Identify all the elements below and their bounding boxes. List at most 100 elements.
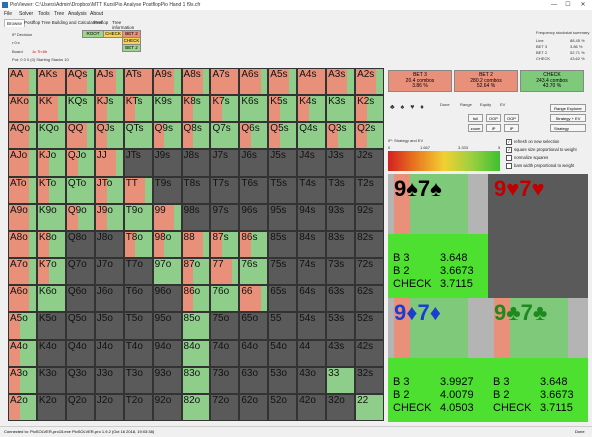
hand-cell[interactable]: 83o [181, 366, 211, 394]
hand-cell[interactable]: T8s [181, 176, 211, 204]
hand-cell[interactable]: 75o [210, 312, 240, 340]
hand-cell[interactable]: 66 [239, 285, 269, 313]
option-checkbox[interactable]: ✓ square size proportional to weight [506, 147, 577, 153]
hand-cell[interactable]: QQ [65, 122, 95, 150]
hand-cell[interactable]: K2s [355, 95, 384, 123]
hand-cell[interactable]: J6o [94, 285, 124, 313]
hand-cell[interactable]: T6o [123, 285, 153, 313]
hand-cell[interactable]: K6s [239, 95, 269, 123]
hand-cell[interactable]: J7s [210, 149, 240, 177]
hand-cell[interactable]: 42s [355, 339, 384, 367]
hand-cell[interactable]: A2s [355, 68, 384, 96]
hand-cell[interactable]: Q8o [65, 230, 95, 259]
hand-cell[interactable]: A3s [326, 68, 356, 96]
hand-cell[interactable]: Q2o [65, 393, 95, 421]
hand-cell[interactable]: 98o [152, 230, 182, 259]
hand-cell[interactable]: J2s [355, 149, 384, 177]
hand-cell[interactable]: 64s [297, 285, 327, 313]
hand-cell[interactable]: AQs [65, 68, 95, 96]
hand-cell[interactable]: J2o [94, 393, 124, 421]
hand-cell[interactable]: T5o [123, 312, 153, 340]
hand-cell[interactable]: 76s [239, 258, 269, 286]
hand-cell[interactable]: K7s [210, 95, 240, 123]
hand-cell[interactable]: 82s [355, 230, 384, 259]
hand-cell[interactable]: 42o [297, 393, 327, 421]
hand-cell[interactable]: 53o [268, 366, 298, 394]
hand-cell[interactable]: 84s [297, 230, 327, 259]
hand-cell[interactable]: Q2s [355, 122, 384, 150]
hand-cell[interactable]: A3o [8, 366, 37, 394]
hand-cell[interactable]: 55 [268, 312, 298, 340]
hand-cell[interactable]: 32o [326, 393, 356, 421]
hand-cell[interactable]: A5o [8, 312, 37, 340]
hand-cell[interactable]: Q9o [65, 203, 95, 231]
hand-cell[interactable]: J3o [94, 366, 124, 394]
hand-cell[interactable]: J6s [239, 149, 269, 177]
zoom-button[interactable]: zoom [468, 124, 483, 132]
hand-cell[interactable]: J8o [94, 230, 124, 259]
hand-cell[interactable]: J9o [94, 203, 124, 231]
hand-cell[interactable]: J8s [181, 149, 211, 177]
menu-file[interactable]: File [4, 11, 12, 17]
hand-cell[interactable]: AQo [8, 122, 37, 150]
hand-cell[interactable]: 85s [268, 230, 298, 259]
hand-cell[interactable]: Q4o [65, 339, 95, 367]
hand-cell[interactable]: 87o [181, 258, 211, 286]
hand-cell[interactable]: 86o [181, 285, 211, 313]
hand-cell[interactable]: Q3s [326, 122, 356, 150]
hand-cell[interactable]: Q5o [65, 312, 95, 340]
hand-cell[interactable]: 92o [152, 393, 182, 421]
hand-cell[interactable]: 63o [239, 366, 269, 394]
hand-cell[interactable]: 83s [326, 230, 356, 259]
oop-button[interactable]: OOP [486, 114, 501, 122]
menu-tree[interactable]: Tree [54, 11, 64, 17]
hand-cell[interactable]: T2o [123, 393, 153, 421]
hand-cell[interactable]: 94o [152, 339, 182, 367]
hand-cell[interactable]: 84o [181, 339, 211, 367]
checkbox-icon[interactable]: ✓ [506, 139, 512, 145]
action-check[interactable]: CHECK [103, 30, 123, 38]
hand-cell[interactable]: KJo [36, 149, 66, 177]
hand-card[interactable]: 9♦7♦ B 3 3.9927 B 2 4.0079 CHECK 4.0503 [388, 298, 488, 422]
hand-cell[interactable]: 97o [152, 258, 182, 286]
oop-button-2[interactable]: OOP [504, 114, 519, 122]
strategy-box-bet-3[interactable]: BET 3 20.4 combos 3.86 % [388, 70, 452, 92]
hand-cell[interactable]: 72s [355, 258, 384, 286]
hand-cell[interactable]: 82o [181, 393, 211, 421]
hand-cell[interactable]: 99 [152, 203, 182, 231]
hand-cell[interactable]: 62s [355, 285, 384, 313]
hand-card[interactable]: 9♥7♥ [488, 174, 588, 298]
hand-cell[interactable]: 32s [355, 366, 384, 394]
hand-cell[interactable]: 22 [355, 393, 384, 421]
hand-cell[interactable]: 74s [297, 258, 327, 286]
hand-cell[interactable]: 95o [152, 312, 182, 340]
hand-cell[interactable]: 54o [268, 339, 298, 367]
strategy-box-check[interactable]: CHECK 243.4 combos 43.70 % [520, 70, 584, 92]
hand-cell[interactable]: 74o [210, 339, 240, 367]
hand-card[interactable]: 9♠7♠ B 3 3.648 B 2 3.6673 CHECK 3.7115 [388, 174, 488, 298]
hand-cell[interactable]: 85o [181, 312, 211, 340]
hand-cell[interactable]: J5o [94, 312, 124, 340]
hand-cell[interactable]: 73s [326, 258, 356, 286]
minimize-button[interactable]: — [548, 1, 560, 9]
hand-cell[interactable]: 43s [326, 339, 356, 367]
hand-cell[interactable]: K7o [36, 258, 66, 286]
hand-cell[interactable]: K5o [36, 312, 66, 340]
hand-cell[interactable]: K3o [36, 366, 66, 394]
action-bet-2[interactable]: BET 2 [122, 44, 141, 52]
hand-cell[interactable]: QTs [123, 122, 153, 150]
strategy-select[interactable]: Strategy [550, 124, 586, 132]
hand-cell[interactable]: A8s [181, 68, 211, 96]
hand-cell[interactable]: Q4s [297, 122, 327, 150]
hand-cell[interactable]: QJs [94, 122, 124, 150]
hand-cell[interactable]: 93s [326, 203, 356, 231]
hand-cell[interactable]: J9s [152, 149, 182, 177]
hand-cell[interactable]: T6s [239, 176, 269, 204]
hand-cell[interactable]: A2o [8, 393, 37, 421]
hand-cell[interactable]: 53s [326, 312, 356, 340]
hand-cell[interactable]: 96s [239, 203, 269, 231]
checkbox-icon[interactable]: ✓ [506, 147, 512, 153]
hand-cell[interactable]: 87s [210, 230, 240, 259]
hand-cell[interactable]: T9s [152, 176, 182, 204]
hand-cell[interactable]: 52o [268, 393, 298, 421]
